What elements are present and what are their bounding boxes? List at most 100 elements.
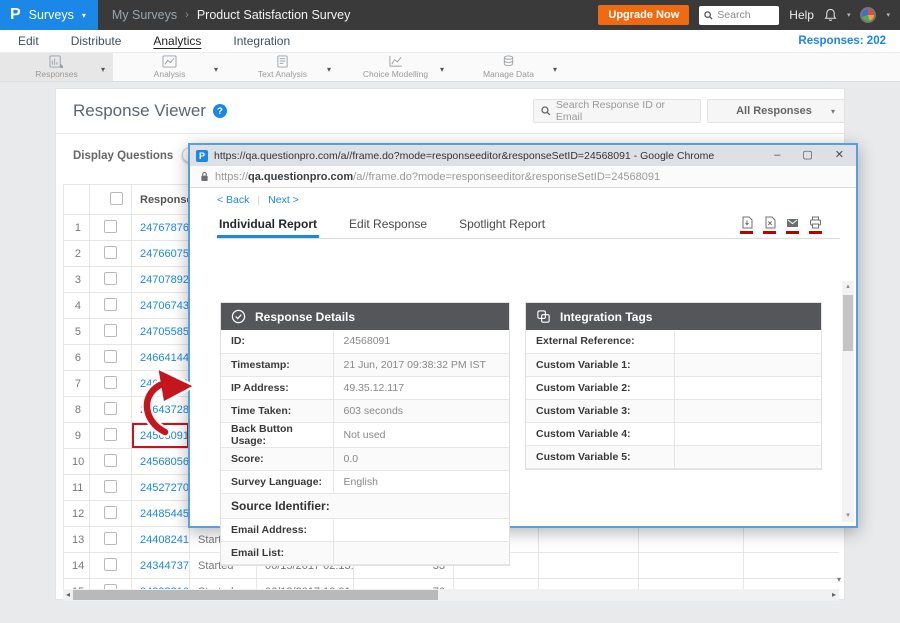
timestamp-cell: 06/13/2017 12:01:15 (257, 579, 354, 590)
row-checkbox[interactable] (104, 558, 117, 571)
email-report-icon[interactable] (786, 216, 799, 234)
row-number: 6 (64, 345, 90, 371)
row-checkbox[interactable] (104, 480, 117, 493)
response-id-link[interactable]: 24705585 (140, 326, 189, 338)
help-link[interactable]: Help (789, 8, 814, 22)
response-detail-label: Email Address: (221, 518, 333, 541)
response-id-link[interactable]: 24767876 (140, 222, 189, 234)
tab-edit-response[interactable]: Edit Response (347, 212, 429, 238)
response-id-link[interactable]: 24344737 (140, 560, 189, 572)
response-id-link[interactable]: 24568091 (140, 430, 189, 442)
next-link[interactable]: Next > (268, 194, 299, 206)
response-detail-value: 603 seconds (333, 399, 509, 422)
response-detail-value (333, 541, 509, 564)
nav-item-edit[interactable]: Edit (18, 34, 39, 48)
responses-chart-icon (49, 55, 64, 68)
pdf-export-icon[interactable] (740, 216, 753, 234)
response-detail-row: ID:24568091 (221, 330, 509, 353)
toolbar-group-analysis[interactable]: Analysis ▾ (113, 53, 226, 81)
response-id-column-header[interactable]: Response ID▲ (132, 185, 190, 215)
popup-title-bar[interactable]: P https://qa.questionpro.com/a//frame.do… (190, 145, 856, 166)
row-checkbox[interactable] (104, 376, 117, 389)
scroll-left-icon[interactable]: ◂ (63, 589, 73, 601)
response-filter-dropdown[interactable]: All Responses ▾ (707, 99, 845, 123)
breadcrumb-my-surveys[interactable]: My Surveys (112, 8, 177, 22)
vertical-scroll-down-icon[interactable]: ▾ (837, 575, 841, 584)
horizontal-scrollbar-thumb[interactable] (73, 590, 438, 600)
empty-cell (454, 579, 539, 590)
row-checkbox[interactable] (104, 324, 117, 337)
analysis-dropdown-caret-icon[interactable]: ▾ (214, 65, 218, 74)
integration-tag-label: Custom Variable 1: (526, 353, 674, 376)
integration-tags-title: Integration Tags (560, 310, 652, 324)
toolbar-group-text-analysis[interactable]: Text Analysis ▾ (226, 53, 339, 81)
back-next-divider: | (257, 194, 260, 206)
row-checkbox[interactable] (104, 506, 117, 519)
toolbar-group-manage-data[interactable]: Manage Data ▾ (452, 53, 565, 81)
upgrade-now-button[interactable]: Upgrade Now (598, 5, 689, 25)
response-id-link[interactable]: 24408241 (140, 534, 189, 546)
popup-url-bar[interactable]: https://qa.questionpro.com/a//frame.do?m… (190, 166, 856, 188)
response-id-link[interactable]: 24568056 (140, 456, 189, 468)
row-checkbox[interactable] (104, 532, 117, 545)
response-id-link[interactable]: 24706743 (140, 300, 189, 312)
response-id-link[interactable]: 24485445 (140, 508, 189, 520)
minimize-button[interactable]: – (774, 150, 780, 161)
nav-item-integration[interactable]: Integration (233, 34, 290, 48)
search-icon (704, 11, 713, 20)
select-all-checkbox[interactable] (110, 192, 123, 205)
response-id-link[interactable]: 24643728 (140, 404, 189, 416)
row-checkbox[interactable] (104, 350, 117, 363)
scroll-up-icon[interactable]: ▴ (842, 281, 854, 293)
row-checkbox[interactable] (104, 402, 117, 415)
response-id-header-label: Response ID (140, 194, 190, 206)
row-checkbox-cell (90, 579, 132, 590)
manage-data-dropdown-caret-icon[interactable]: ▾ (553, 65, 557, 74)
row-checkbox[interactable] (104, 246, 117, 259)
scroll-down-icon[interactable]: ▾ (842, 510, 854, 522)
tab-spotlight-report[interactable]: Spotlight Report (457, 212, 547, 238)
response-id-link[interactable]: 24664144 (140, 352, 189, 364)
popup-scrollbar-thumb[interactable] (843, 295, 853, 351)
notifications-bell-icon[interactable] (824, 8, 837, 22)
row-checkbox-cell (90, 215, 132, 241)
product-switcher[interactable]: P Surveys ▾ (0, 0, 98, 30)
choice-modelling-dropdown-caret-icon[interactable]: ▾ (440, 65, 444, 74)
chrome-popup-window: P https://qa.questionpro.com/a//frame.do… (188, 143, 858, 528)
topbar-right-cluster: Upgrade Now Search Help ▾ ▾ (598, 5, 900, 25)
response-id-cell: 24643728 (132, 397, 190, 423)
response-search-input[interactable]: Search Response ID or Email (533, 99, 701, 123)
print-icon[interactable] (809, 216, 822, 234)
global-search-input[interactable]: Search (699, 6, 779, 25)
row-checkbox[interactable] (104, 220, 117, 233)
back-link[interactable]: < Back (217, 194, 249, 206)
popup-vertical-scrollbar[interactable]: ▴ ▾ (842, 281, 854, 522)
response-id-link[interactable]: 24707892 (140, 274, 189, 286)
row-checkbox[interactable] (104, 454, 117, 467)
integration-tags-table: External Reference:Custom Variable 1:Cus… (526, 330, 821, 469)
maximize-button[interactable]: ▢ (802, 150, 812, 161)
responses-dropdown-caret-icon[interactable]: ▾ (101, 65, 105, 74)
user-avatar[interactable] (860, 7, 876, 23)
response-id-link[interactable]: 24527270 (140, 482, 189, 494)
scroll-right-icon[interactable]: ▸ (829, 589, 839, 601)
response-id-link[interactable]: 24625131 (140, 378, 189, 390)
row-checkbox[interactable] (104, 272, 117, 285)
horizontal-scrollbar[interactable]: ◂ ▸ (63, 589, 839, 601)
toolbar-group-choice-modelling[interactable]: Choice Modelling ▾ (339, 53, 452, 81)
response-detail-value: 49.35.12.117 (333, 376, 509, 399)
toolbar-group-responses[interactable]: Responses ▾ (0, 53, 113, 81)
tab-individual-report[interactable]: Individual Report (217, 212, 319, 238)
row-checkbox-cell (90, 293, 132, 319)
response-id-link[interactable]: 24766075 (140, 248, 189, 260)
excel-export-icon[interactable] (763, 216, 776, 234)
row-checkbox[interactable] (104, 298, 117, 311)
questionpro-favicon: P (196, 150, 208, 162)
text-analysis-dropdown-caret-icon[interactable]: ▾ (327, 65, 331, 74)
close-button[interactable]: ✕ (835, 150, 844, 161)
nav-item-analytics[interactable]: Analytics (153, 34, 201, 48)
row-checkbox[interactable] (104, 428, 117, 441)
help-icon[interactable]: ? (213, 104, 227, 118)
nav-item-distribute[interactable]: Distribute (71, 34, 122, 48)
integration-tag-label: Custom Variable 4: (526, 422, 674, 445)
